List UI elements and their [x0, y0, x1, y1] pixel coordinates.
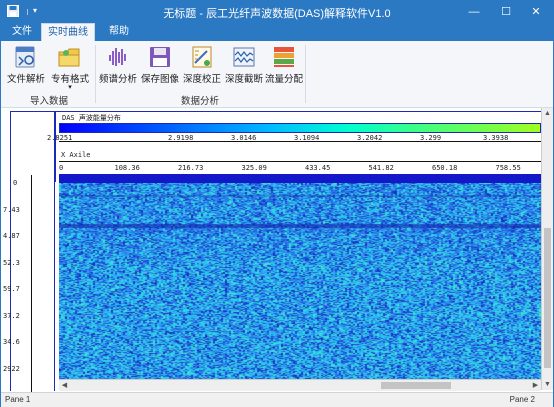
depth-truncate-label: 深度截断 [224, 74, 263, 85]
y-axis-tick-label: 2922 [3, 364, 20, 373]
file-parse-button[interactable]: 文件解析 [5, 44, 47, 88]
top-axis-tick-label: 3.299 [420, 134, 442, 142]
ribbon: 文件解析 专有格式 ▾ 导入数据 频谱分析 保存图像 深度校正 深度截断 流量分… [1, 41, 553, 108]
spectrum-icon [109, 48, 126, 66]
header-corner-box [10, 111, 56, 182]
depth-truncate-button[interactable]: 深度截断 [223, 44, 265, 88]
x-axis-label: X Axile [61, 151, 91, 159]
spectrum-analysis-button[interactable]: 频谱分析 [97, 44, 139, 88]
flow-allocation-button[interactable]: 流量分配 [263, 44, 305, 88]
top-border-line [10, 111, 541, 112]
group-separator [305, 45, 306, 103]
menu-bar: 文件 实时曲线 帮助 [1, 23, 553, 42]
status-pane-2: Pane 2 [509, 395, 535, 404]
proprietary-format-button[interactable]: 专有格式 ▾ [49, 44, 91, 91]
folder-icon [58, 48, 80, 67]
save-image-button[interactable]: 保存图像 [139, 44, 181, 88]
y-axis-tick-label: 59.7 [3, 285, 20, 293]
x-axis-tick-label: 433.45 [305, 164, 331, 172]
minimize-button[interactable]: — [459, 1, 489, 23]
menu-help[interactable]: 帮助 [99, 23, 139, 41]
depth-truncate-icon [233, 47, 255, 67]
chart-area: DAS 声波能量分布 2.8251 2.9198 3.0146 3.1094 3.204… [1, 108, 554, 392]
x-axis-tick-label: 108.36 [114, 164, 140, 172]
y-axis-scale-line [31, 175, 32, 392]
scroll-left-icon[interactable]: ◀ [59, 380, 70, 391]
flow-allocation-icon [274, 47, 294, 67]
x-axis-line [59, 161, 541, 162]
flow-allocation-label: 流量分配 [264, 74, 303, 85]
depth-correct-button[interactable]: 深度校正 [181, 44, 223, 88]
x-axis-tick-label: 216.73 [178, 164, 204, 172]
top-axis-tick-label: 3.0146 [231, 134, 257, 142]
y-axis-tick-label: 7.43 [3, 205, 20, 214]
top-axis-tick-label: 3.2042 [357, 134, 383, 142]
x-axis-tick-label: 325.09 [241, 164, 267, 172]
save-image-label: 保存图像 [140, 74, 179, 85]
vertical-scrollbar[interactable]: ▲ ▼ [541, 108, 553, 390]
menu-realtime-curve[interactable]: 实时曲线 [41, 23, 95, 42]
y-axis-tick-label: 0 [13, 179, 18, 187]
title-bar: ▾ 无标题 - 辰工光纤声波数据(DAS)解释软件V1.0 — ☐ ✕ [1, 1, 553, 23]
y-axis-tick-label: 52.3 [3, 258, 20, 267]
chart-title: DAS 声波能量分布 [62, 114, 121, 122]
scroll-right-icon[interactable]: ▶ [530, 380, 541, 391]
heatmap-top-band [59, 174, 541, 183]
file-parse-icon [15, 46, 35, 68]
spectrum-analysis-label: 频谱分析 [98, 74, 137, 85]
x-axis-tick-label: 650.18 [432, 164, 458, 172]
file-parse-label: 文件解析 [6, 74, 45, 85]
horizontal-scrollbar[interactable]: ◀ ▶ [59, 379, 541, 391]
group-label-import: 导入数据 [29, 96, 68, 107]
depth-correct-label: 深度校正 [182, 74, 221, 85]
menu-file[interactable]: 文件 [5, 23, 39, 41]
close-button[interactable]: ✕ [521, 1, 551, 23]
y-axis-tick-label: 34.6 [3, 338, 20, 346]
x-axis-tick-label: 758.55 [495, 164, 521, 172]
group-label-analysis: 数据分析 [180, 96, 219, 107]
x-axis-tick-label: 0 [59, 164, 64, 172]
top-axis-tick-label: 2.8251 [47, 134, 73, 142]
vertical-scroll-thumb[interactable] [544, 228, 551, 368]
heatmap-canvas [59, 183, 541, 381]
save-image-icon [150, 47, 170, 67]
status-bar: Pane 1 Pane 2 [1, 392, 553, 407]
scroll-up-icon[interactable]: ▲ [542, 108, 553, 119]
maximize-button[interactable]: ☐ [491, 1, 521, 23]
x-axis-tick-label: 541.82 [368, 164, 394, 172]
horizontal-scroll-thumb[interactable] [381, 382, 451, 389]
top-axis-tick-label: 2.9198 [168, 134, 194, 142]
scroll-down-icon[interactable]: ▼ [542, 379, 553, 390]
dropdown-arrow-icon: ▾ [68, 84, 72, 91]
depth-correct-icon [192, 46, 212, 68]
group-separator [95, 45, 96, 103]
y-axis: 0 7.43 4.87 52.3 59.7 37.2 34.6 2922 [1, 175, 59, 392]
color-scale-bar [59, 123, 541, 133]
top-axis-tick-label: 3.1094 [294, 134, 320, 142]
status-pane-1: Pane 1 [5, 395, 31, 404]
app-window: ▾ 无标题 - 辰工光纤声波数据(DAS)解释软件V1.0 — ☐ ✕ 文件 实… [0, 0, 554, 407]
das-heatmap[interactable] [59, 183, 541, 381]
y-axis-tick-label: 4.87 [3, 232, 20, 240]
y-axis-tick-label: 37.2 [3, 311, 20, 320]
top-axis-tick-label: 3.3938 [483, 134, 509, 142]
